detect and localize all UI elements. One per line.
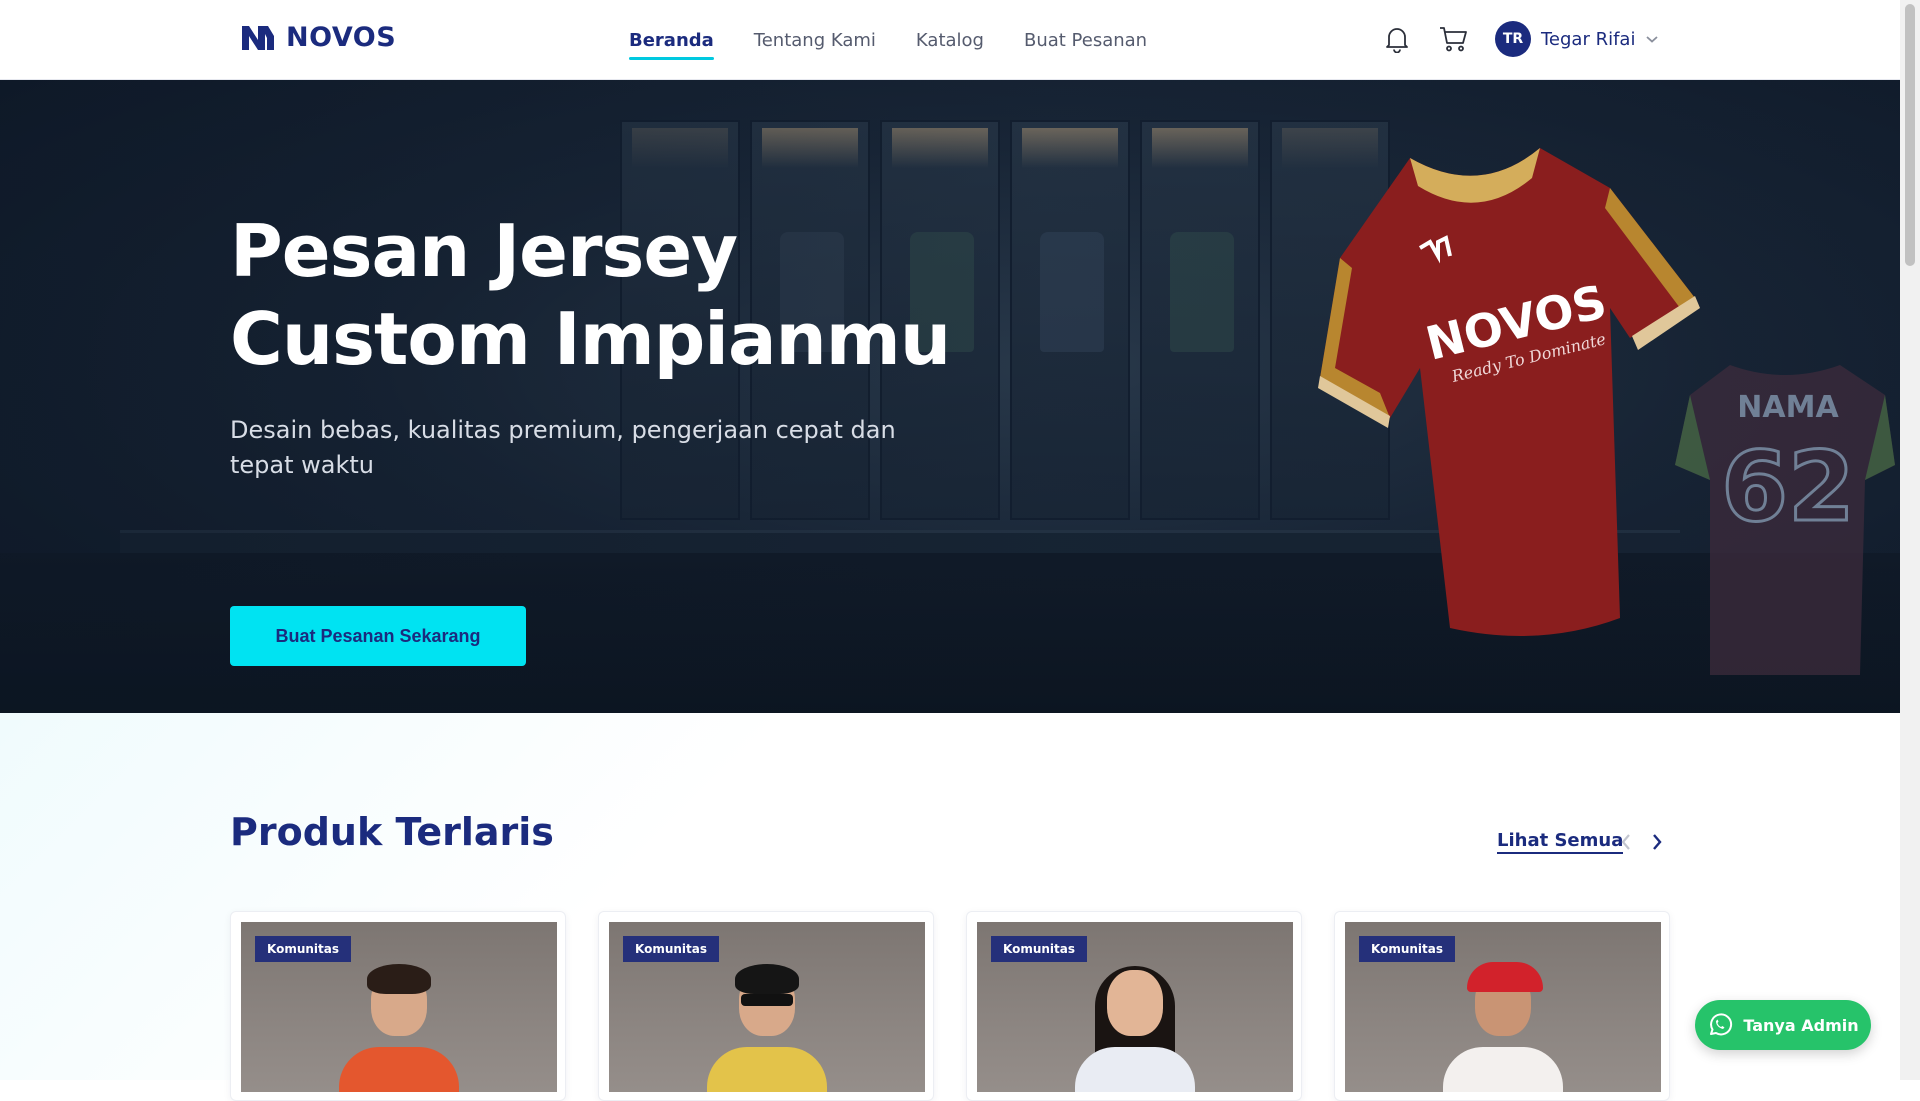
avatar: TR [1495, 21, 1531, 57]
top-navbar: NOVOS Beranda Tentang Kami Katalog Buat … [0, 0, 1900, 80]
nav-katalog[interactable]: Katalog [916, 24, 984, 57]
category-badge: Komunitas [255, 936, 352, 962]
product-image: Komunitas [241, 922, 557, 1092]
scrollbar[interactable] [1900, 0, 1920, 1080]
nav-buat-pesanan[interactable]: Buat Pesanan [1024, 24, 1147, 57]
carousel-prev-button[interactable] [1611, 827, 1641, 857]
order-now-button[interactable]: Buat Pesanan Sekarang [230, 606, 526, 666]
product-card[interactable]: Komunitas [230, 911, 566, 1101]
scrollbar-thumb[interactable] [1905, 4, 1915, 266]
hero-title: Pesan Jersey Custom Impianmu [230, 207, 990, 383]
chevron-right-icon [1653, 834, 1662, 850]
svg-text:62: 62 [1721, 431, 1855, 543]
jersey-front-image: NOVOS Ready To Dominate [1318, 148, 1700, 636]
chevron-down-icon [1646, 36, 1659, 43]
user-menu[interactable]: TR Tegar Rifai [1495, 21, 1659, 57]
hero-content: Pesan Jersey Custom Impianmu Desain beba… [230, 207, 990, 666]
category-badge: Komunitas [991, 936, 1088, 962]
see-all-link[interactable]: Lihat Semua [1497, 830, 1624, 854]
category-badge: Komunitas [623, 936, 720, 962]
product-image: Komunitas [609, 922, 925, 1092]
novos-logo-icon [242, 25, 274, 50]
hero-subtitle: Desain bebas, kualitas premium, pengerja… [230, 416, 896, 479]
hero-title-line-1: Pesan Jersey [230, 209, 738, 293]
nav-tentang-kami[interactable]: Tentang Kami [754, 24, 876, 57]
section-title: Produk Terlaris [230, 810, 554, 854]
best-sellers-section: Produk Terlaris Lihat Semua Komunitas Ko… [0, 713, 1900, 1101]
product-card[interactable]: Komunitas [598, 911, 934, 1101]
product-card[interactable]: Komunitas [1334, 911, 1670, 1101]
carousel-next-button[interactable] [1642, 827, 1672, 857]
product-card[interactable]: Komunitas [966, 911, 1302, 1101]
category-badge: Komunitas [1359, 936, 1456, 962]
cart-icon[interactable] [1436, 22, 1470, 56]
product-image: Komunitas [977, 922, 1293, 1092]
hero-title-line-2: Custom Impianmu [230, 297, 951, 381]
chevron-left-icon [1621, 834, 1630, 850]
main-nav: Beranda Tentang Kami Katalog Buat Pesana… [629, 0, 1147, 80]
ask-admin-button[interactable]: Tanya Admin [1695, 1000, 1871, 1050]
hero-section: Pesan Jersey Custom Impianmu Desain beba… [0, 80, 1900, 713]
brand-logo[interactable]: NOVOS [240, 22, 396, 53]
ask-admin-label: Tanya Admin [1743, 1015, 1859, 1035]
brand-name: NOVOS [286, 22, 397, 53]
bell-icon[interactable] [1380, 22, 1414, 56]
nav-icons [1380, 22, 1470, 56]
nav-beranda[interactable]: Beranda [629, 24, 714, 60]
product-image: Komunitas [1345, 922, 1661, 1092]
whatsapp-icon [1710, 1013, 1733, 1036]
user-name: Tegar Rifai [1541, 28, 1636, 50]
svg-text:NAMA: NAMA [1737, 390, 1839, 425]
